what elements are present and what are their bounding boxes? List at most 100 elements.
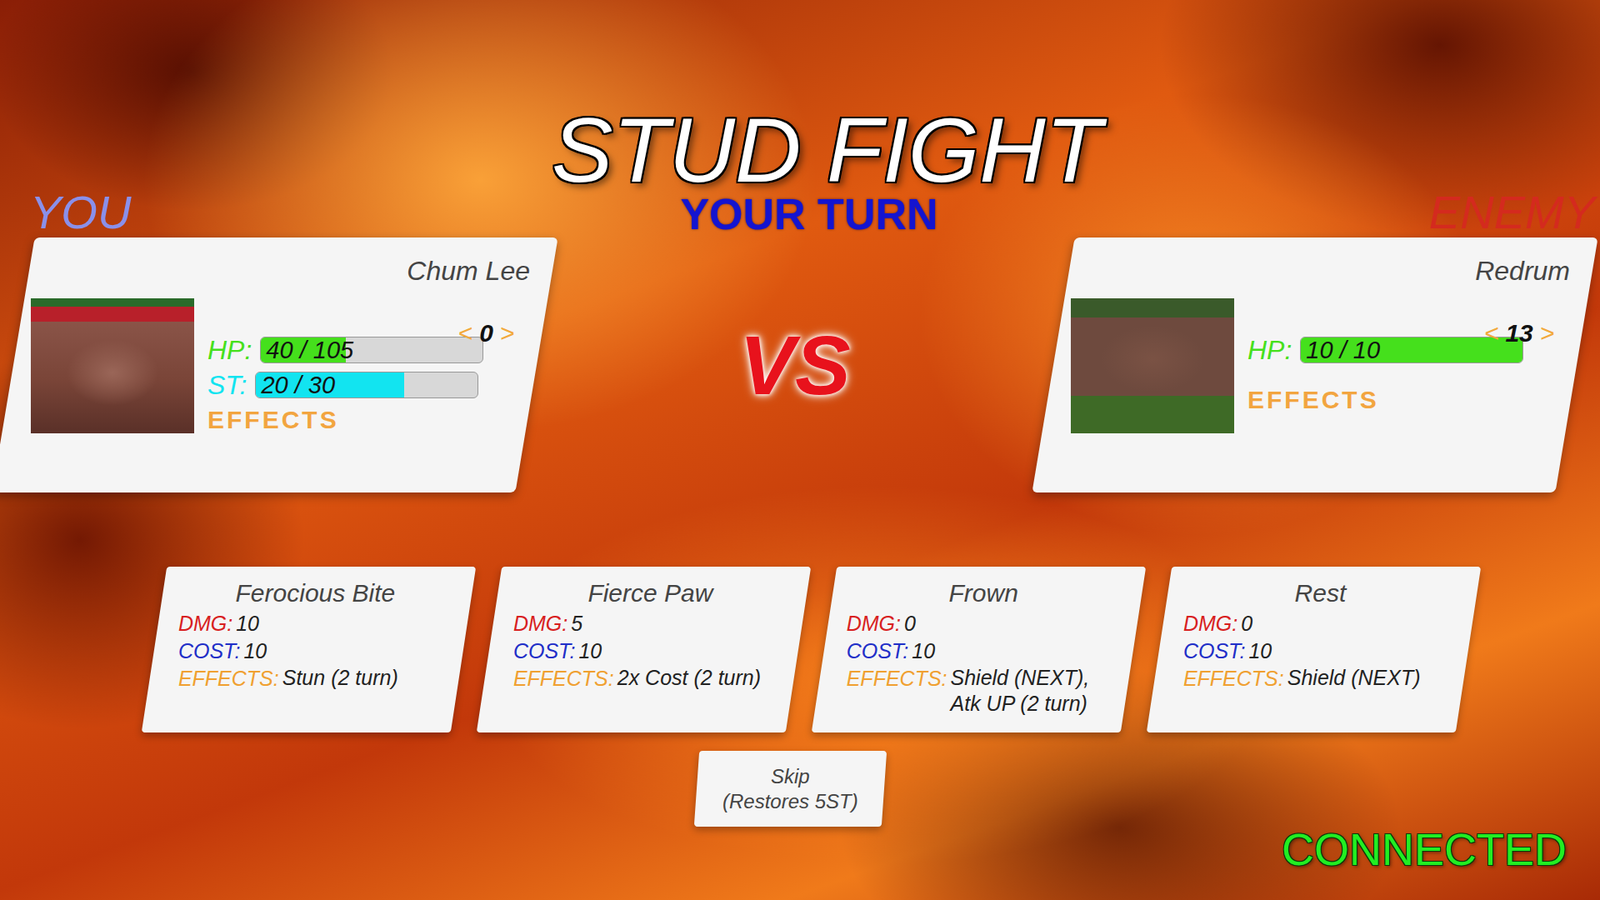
fire-background: YOU STUD FIGHTYOUR TURN ENEMY Chum Lee HP: 40… [0, 0, 1600, 900]
turn-counter: <0> [458, 319, 515, 348]
move-stat-label: COST: [845, 637, 909, 665]
move-effect: Atk UP (2 turn) [950, 690, 1090, 717]
move-stat: COST:10 [512, 637, 787, 665]
turn-counter: <13> [1484, 319, 1555, 348]
stat-reading: 20 / 30 [260, 372, 335, 398]
move-stat-label: EFFECTS: [177, 665, 279, 693]
fighter-details: HP:40 / 105<0>ST:20 / 30EFFECTS [30, 298, 530, 435]
fighter-card: Chum LeeHP:40 / 105<0>ST:20 / 30EFFECTS [0, 237, 559, 493]
fighter-card-body: Chum LeeHP:40 / 105<0>ST:20 / 30EFFECTS [13, 237, 537, 493]
stat-row: HP: 40 / 105<0> [207, 335, 484, 365]
game-title: STUD FIGHT [551, 104, 1102, 196]
move-name: Frown [845, 576, 1120, 610]
move-stat: DMG:5 [512, 610, 787, 638]
move-stat: DMG:0 [1182, 610, 1457, 638]
move-name: Fierce Paw [512, 576, 787, 610]
move-effects: EFFECTS:Shield (NEXT),Atk UP (2 turn) [845, 665, 1120, 717]
move-card[interactable]: RestDMG:0COST:10EFFECTS:Shield (NEXT) [1145, 566, 1480, 733]
move-stat-value: 10 [578, 637, 602, 665]
move-stat-label: DMG: [512, 610, 567, 638]
stat-bar: 20 / 30 [255, 371, 479, 399]
side-label-text: YOU [30, 185, 131, 239]
move-effects: EFFECTS:2x Cost (2 turn) [512, 665, 787, 693]
fighter-card: Redrum HP: 10 / 10 <13> EFFECTS [1031, 237, 1598, 493]
move-name: Rest [1182, 576, 1457, 610]
stat-bar: 40 / 105<0> [260, 336, 484, 364]
fighter-card-body: Redrum HP: 10 / 10 <13> EFFECTS [1053, 237, 1577, 493]
move-card[interactable]: Fierce PawDMG:5COST:10EFFECTS:2x Cost (2… [475, 566, 810, 733]
move-stat-value: 10 [243, 637, 267, 665]
fighter-portrait [30, 298, 195, 434]
connection-status: CONNECTED [1281, 826, 1567, 872]
move-stat-label: EFFECTS: [512, 665, 614, 693]
move-stat: COST:10 [845, 637, 1120, 665]
vs-label: VS [536, 323, 1054, 407]
move-card[interactable]: Ferocious BiteDMG:10COST:10EFFECTS:Stun … [140, 566, 475, 733]
move-stat-value: 10 [1248, 637, 1272, 665]
counter-prev-icon[interactable]: < [1484, 319, 1500, 348]
move-stat-value: 10 [235, 610, 260, 638]
side-label: ENEMY [1429, 189, 1600, 238]
move-stat-label: DMG: [1182, 610, 1237, 638]
move-stat: DMG:10 [177, 610, 452, 638]
counter-value: 0 [479, 319, 494, 348]
fighters-row: Chum LeeHP:40 / 105<0>ST:20 / 30EFFECTSV… [0, 237, 1600, 493]
move-stat-label: COST: [177, 637, 240, 665]
counter-prev-icon[interactable]: < [458, 319, 474, 348]
move-card-body: FrownDMG:0COST:10EFFECTS:Shield (NEXT),A… [824, 566, 1134, 725]
move-stat-label: EFFECTS: [845, 665, 947, 717]
move-stat-value: 10 [911, 637, 935, 665]
stat-row: HP:10 / 10<13> [1247, 335, 1524, 365]
move-effect: Shield (NEXT) [1286, 665, 1420, 691]
move-card-body: Fierce PawDMG:5COST:10EFFECTS:2x Cost (2… [490, 566, 800, 701]
stat-reading: 40 / 105 [265, 337, 354, 363]
skip-button-body: Skip(Restores 5ST) [722, 764, 859, 815]
stat-label: ST: [207, 370, 247, 400]
move-stat-label: EFFECTS: [1182, 665, 1284, 693]
status-row: CONNECTED [0, 826, 1600, 872]
move-stat-value: 0 [1240, 610, 1253, 638]
skip-button[interactable]: Skip(Restores 5ST) [693, 750, 886, 827]
stat-row: ST: 20 / 30 [207, 370, 484, 400]
turn-indicator: YOUR TURN [680, 192, 938, 236]
move-stat-label: COST: [1182, 637, 1245, 665]
move-effects-list: Shield (NEXT) [1286, 665, 1420, 693]
fighter-stats: HP:10 / 10<13>EFFECTS [1247, 298, 1524, 434]
effects-label: EFFECTS [1247, 385, 1524, 415]
stat-label: HP: [207, 335, 252, 365]
move-stat: COST:10 [1182, 637, 1457, 665]
move-effect: Shield (NEXT), [950, 665, 1090, 691]
skip-label: Skip [770, 764, 810, 790]
move-effect: 2x Cost (2 turn) [616, 665, 760, 691]
fighter-details: HP: 10 / 10 <13> EFFECTS [1070, 298, 1570, 434]
move-card[interactable]: FrownDMG:0COST:10EFFECTS:Shield (NEXT),A… [810, 566, 1145, 733]
skip-note: (Restores 5ST) [722, 789, 859, 815]
move-effect: Stun (2 turn) [281, 665, 398, 691]
move-card-body: RestDMG:0COST:10EFFECTS:Shield (NEXT) [1160, 566, 1470, 701]
move-name: Ferocious Bite [177, 576, 452, 610]
move-stat-label: DMG: [845, 610, 900, 638]
moves-row: Ferocious BiteDMG:10COST:10EFFECTS:Stun … [0, 566, 1600, 733]
stat-label: HP: [1247, 335, 1292, 365]
move-stat-label: DMG: [177, 610, 232, 638]
counter-next-icon[interactable]: > [500, 319, 515, 348]
header: YOU STUD FIGHTYOUR TURN ENEMY [0, 0, 1600, 238]
counter-value: 13 [1505, 319, 1533, 348]
move-stat: COST:10 [177, 637, 452, 665]
fighter-stats: HP: 40 / 105<0> ST: 20 / 30 EFFECTS [207, 298, 484, 435]
effects-label: EFFECTS [207, 405, 484, 435]
title-block: STUD FIGHTYOUR TURN [498, 0, 1102, 238]
side-label-text: ENEMY [1429, 185, 1595, 239]
fighter-name: Redrum [1070, 254, 1570, 288]
stat-reading: 10 / 10 [1305, 337, 1380, 363]
move-stat-label: COST: [512, 637, 575, 665]
move-card-body: Ferocious BiteDMG:10COST:10EFFECTS:Stun … [155, 566, 465, 701]
move-effects-list: 2x Cost (2 turn) [616, 665, 760, 693]
counter-next-icon[interactable]: > [1540, 319, 1555, 348]
move-effects: EFFECTS:Shield (NEXT) [1182, 665, 1457, 693]
fighter-portrait [1070, 298, 1235, 434]
side-label: YOU [0, 189, 131, 238]
move-effects: EFFECTS:Stun (2 turn) [177, 665, 452, 693]
fighter-name: Chum Lee [30, 254, 530, 288]
move-stat-value: 0 [903, 610, 915, 638]
